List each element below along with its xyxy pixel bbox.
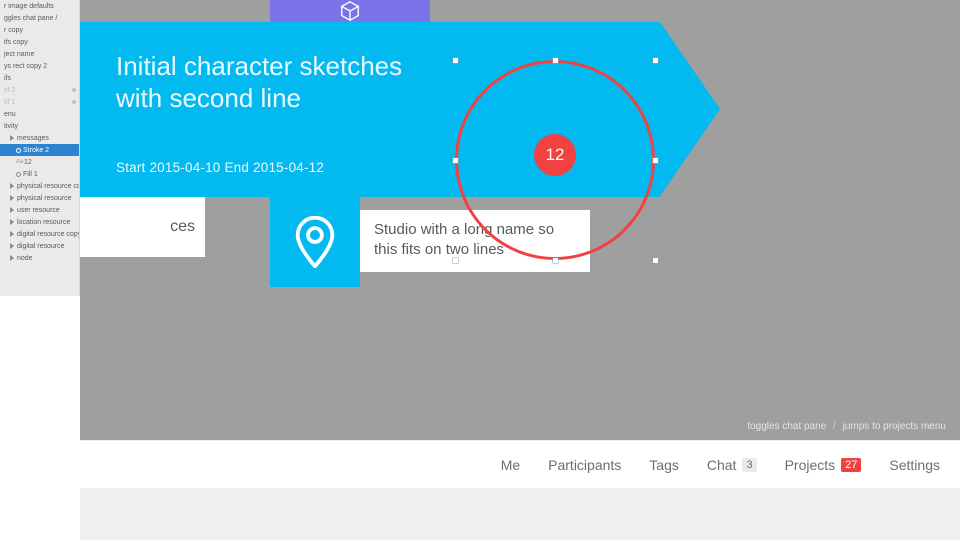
layer-row[interactable]: messages [0,132,79,144]
hint-left: toggles chat pane [747,421,826,432]
layer-label: tif 1 [4,99,15,106]
tab-participants[interactable]: Participants [548,457,621,473]
chat-count-badge: 3 [742,458,756,472]
bottom-toolbar: Me Participants Tags Chat 3 Projects 27 … [80,440,960,488]
layer-label: 12 [24,159,32,166]
selection-handle[interactable] [553,58,558,63]
canvas-inner: Initial character sketches with second l… [80,0,960,440]
resources-text: ces [170,218,195,236]
map-pin-icon [294,216,336,268]
task-title-line1: Initial character sketches [116,51,402,81]
layer-row[interactable]: ifs [0,72,79,84]
layer-label: digital resource copy [17,231,79,238]
artboard-canvas[interactable]: Initial character sketches with second l… [80,0,960,440]
tab-me[interactable]: Me [501,457,520,473]
selection-handle[interactable] [453,158,458,163]
selection-handle[interactable] [653,58,658,63]
layer-label: location resource [17,219,70,226]
selection-handle[interactable] [453,258,458,263]
projects-count-badge: 27 [841,458,861,472]
layer-label: physical resource [17,195,71,202]
messages-badge[interactable]: 12 [534,134,576,176]
layer-label: Fill 1 [23,171,38,178]
tab-projects[interactable]: Projects 27 [785,457,862,473]
layer-row[interactable]: Aa12 [0,156,79,168]
layer-label: ifs copy [4,39,28,46]
layer-row[interactable]: enu [0,108,79,120]
selection-handle[interactable] [653,158,658,163]
layer-row[interactable]: tif 1 [0,96,79,108]
below-toolbar-area [80,488,960,540]
task-title-line2: with second line [116,83,301,113]
layer-label: r copy [4,27,23,34]
location-block[interactable] [270,197,360,287]
layers-panel[interactable]: r image defaults ggles chat pane / r copy i… [0,0,80,296]
layer-row[interactable]: r copy [0,24,79,36]
tab-me-label: Me [501,457,520,473]
layer-row[interactable]: Stroke 2 [0,144,79,156]
task-card-title: Initial character sketches with second l… [116,50,402,114]
visibility-icon[interactable] [72,100,76,104]
task-card[interactable]: Initial character sketches with second l… [80,22,660,197]
layer-row[interactable]: tivity [0,120,79,132]
layer-row[interactable]: physical resource copy [0,180,79,192]
selection-handle[interactable] [553,258,558,263]
layer-row[interactable]: location resource [0,216,79,228]
studio-text: Studio with a long name so this fits on … [374,221,554,258]
hint-right: jumps to projects menu [843,421,946,432]
layer-row[interactable]: Fill 1 [0,168,79,180]
hint-sep: / [833,421,836,432]
layer-row[interactable]: r image defaults [0,0,79,12]
layer-row[interactable]: user resource [0,204,79,216]
layer-label: tif 2 [4,87,15,94]
layer-label: physical resource copy [17,183,79,190]
selection-handle[interactable] [453,58,458,63]
layer-row[interactable]: digital resource [0,240,79,252]
layer-label: messages [17,135,49,142]
tab-chat-label: Chat [707,457,737,473]
layer-label: user resource [17,207,60,214]
tab-participants-label: Participants [548,457,621,473]
tab-tags[interactable]: Tags [649,457,679,473]
tab-settings[interactable]: Settings [889,457,940,473]
gesture-hint: toggles chat pane / jumps to projects me… [747,421,946,432]
cube-header-block[interactable] [270,0,430,22]
layer-row[interactable]: tif 2 [0,84,79,96]
resources-card-fragment[interactable]: ces [80,197,205,257]
messages-badge-count: 12 [546,145,565,165]
layer-row[interactable]: ifs copy [0,36,79,48]
layer-label: Stroke 2 [23,147,49,154]
layer-row[interactable]: ys rect copy 2 [0,60,79,72]
cube-icon [339,0,361,22]
layer-row[interactable]: physical resource [0,192,79,204]
selection-handle[interactable] [653,258,658,263]
layer-row[interactable]: ggles chat pane / [0,12,79,24]
layer-row[interactable]: node [0,252,79,264]
tab-settings-label: Settings [889,457,940,473]
layer-row[interactable]: ject name [0,48,79,60]
tab-projects-label: Projects [785,457,836,473]
layer-label: ifs [4,75,11,82]
layer-label: ys rect copy 2 [4,63,47,70]
tab-tags-label: Tags [649,457,679,473]
layer-label: ject name [4,51,34,58]
tab-chat[interactable]: Chat 3 [707,457,757,473]
visibility-icon[interactable] [72,88,76,92]
layer-row[interactable]: digital resource copy [0,228,79,240]
layer-label: ggles chat pane / [4,15,57,22]
layer-label: enu [4,111,16,118]
layer-label: digital resource [17,243,64,250]
task-card-dates: Start 2015-04-10 End 2015-04-12 [116,160,324,175]
layer-label: tivity [4,123,18,130]
layer-label: r image defaults [4,3,54,10]
layer-label: node [17,255,33,262]
